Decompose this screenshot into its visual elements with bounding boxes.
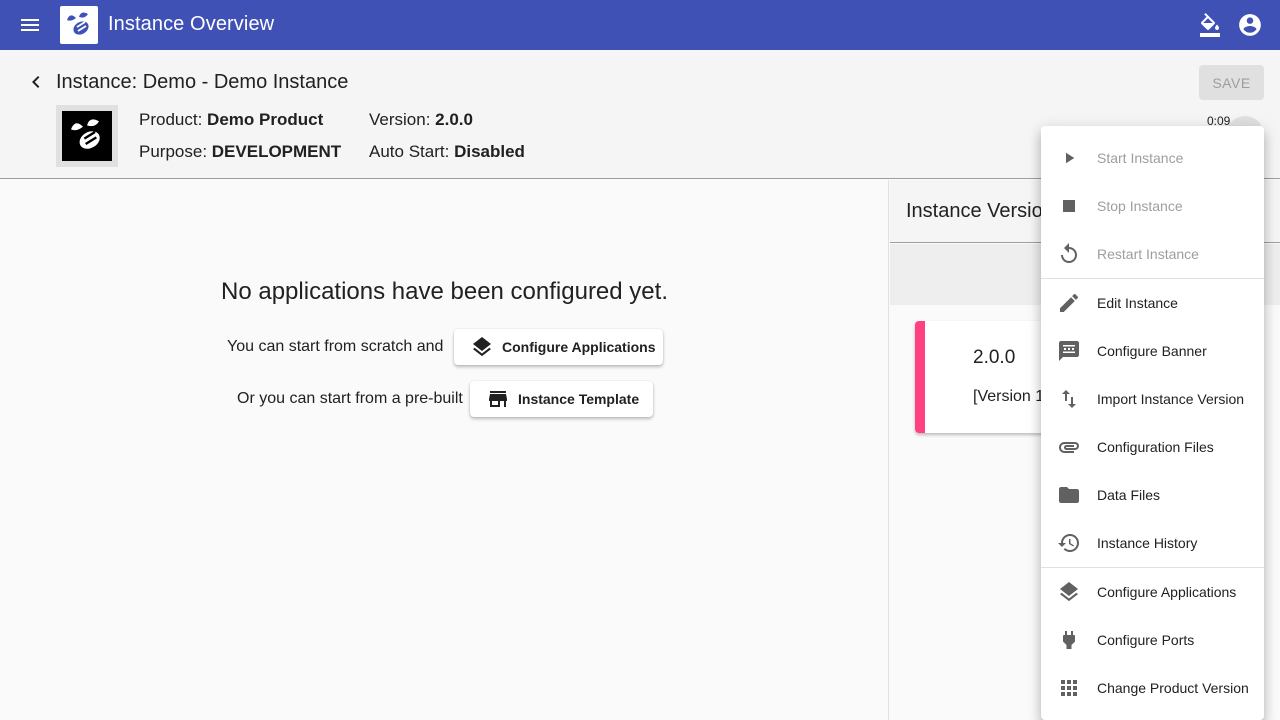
instance-template-button[interactable]: Instance Template bbox=[470, 381, 653, 417]
version-number: 2.0.0 bbox=[973, 347, 1016, 368]
product-image bbox=[56, 105, 118, 167]
instance-actions-menu: Start Instance Stop Instance Restart Ins… bbox=[1041, 126, 1264, 720]
save-button[interactable]: SAVE bbox=[1199, 65, 1264, 100]
menu-item-stop-instance[interactable]: Stop Instance bbox=[1041, 182, 1264, 230]
autostart-value: Disabled bbox=[454, 142, 525, 161]
menu-item-configure-applications[interactable]: Configure Applications bbox=[1041, 568, 1264, 616]
purpose-label: Purpose: bbox=[139, 142, 208, 161]
menu-icon[interactable] bbox=[14, 11, 46, 39]
back-icon[interactable] bbox=[24, 70, 48, 94]
version-value: 2.0.0 bbox=[435, 110, 473, 129]
menu-item-configure-banner[interactable]: Configure Banner bbox=[1041, 327, 1264, 375]
plug-icon bbox=[1057, 628, 1081, 652]
menu-item-instance-history[interactable]: Instance History bbox=[1041, 519, 1264, 567]
version-description: [Version 1] bbox=[973, 388, 1049, 405]
layers-icon bbox=[470, 335, 494, 359]
menu-item-edit-instance[interactable]: Edit Instance bbox=[1041, 279, 1264, 327]
menu-label-edit: Edit Instance bbox=[1097, 295, 1178, 311]
version-attr: Version: 2.0.0 bbox=[369, 110, 473, 130]
menu-label-ports: Configure Ports bbox=[1097, 632, 1195, 648]
menu-label-config-files: Configuration Files bbox=[1097, 439, 1214, 455]
product-label: Product: bbox=[139, 110, 203, 129]
menu-label-data-files: Data Files bbox=[1097, 487, 1161, 503]
stop-icon bbox=[1057, 194, 1081, 218]
menu-item-restart-instance[interactable]: Restart Instance bbox=[1041, 230, 1264, 278]
menu-item-configuration-files[interactable]: Configuration Files bbox=[1041, 423, 1264, 471]
menu-label-start: Start Instance bbox=[1097, 150, 1184, 166]
comment-icon bbox=[1057, 339, 1081, 363]
menu-item-change-product-version[interactable]: Change Product Version bbox=[1041, 664, 1264, 712]
app-logo[interactable] bbox=[60, 6, 98, 44]
product-value: Demo Product bbox=[207, 110, 324, 129]
menu-item-import-instance-version[interactable]: Import Instance Version bbox=[1041, 375, 1264, 423]
menu-label-banner: Configure Banner bbox=[1097, 343, 1207, 359]
scratch-text: You can start from scratch and bbox=[227, 338, 444, 355]
menu-label-history: Instance History bbox=[1097, 535, 1198, 551]
version-accent-stripe bbox=[915, 321, 925, 433]
layers-icon bbox=[1057, 580, 1081, 604]
instance-template-label: Instance Template bbox=[518, 391, 640, 407]
store-icon bbox=[486, 387, 510, 411]
menu-label-configure-apps: Configure Applications bbox=[1097, 584, 1237, 600]
apps-icon bbox=[1057, 676, 1081, 700]
history-icon bbox=[1057, 531, 1081, 555]
empty-state-title: No applications have been configured yet… bbox=[221, 278, 668, 305]
menu-label-restart: Restart Instance bbox=[1097, 246, 1199, 262]
replay-icon bbox=[1057, 242, 1081, 266]
toolbar-title: Instance Overview bbox=[108, 13, 275, 35]
menu-item-configure-ports[interactable]: Configure Ports bbox=[1041, 616, 1264, 664]
menu-item-data-files[interactable]: Data Files bbox=[1041, 471, 1264, 519]
autostart-label: Auto Start: bbox=[369, 142, 450, 161]
import-export-icon bbox=[1057, 387, 1081, 411]
autostart-attr: Auto Start: Disabled bbox=[369, 142, 525, 162]
menu-item-start-instance[interactable]: Start Instance bbox=[1041, 134, 1264, 182]
purpose-attr: Purpose: DEVELOPMENT bbox=[139, 142, 341, 162]
instance-title: Instance: Demo - Demo Instance bbox=[56, 71, 349, 93]
folder-icon bbox=[1057, 483, 1081, 507]
theme-icon[interactable] bbox=[1196, 11, 1224, 39]
product-attr: Product: Demo Product bbox=[139, 110, 323, 130]
attachment-icon bbox=[1057, 435, 1081, 459]
edit-icon bbox=[1057, 291, 1081, 315]
menu-label-product-version: Change Product Version bbox=[1097, 680, 1249, 696]
top-toolbar: Instance Overview bbox=[0, 0, 1280, 50]
play-icon bbox=[1057, 146, 1081, 170]
configure-applications-button[interactable]: Configure Applications bbox=[454, 329, 663, 365]
menu-label-import: Import Instance Version bbox=[1097, 391, 1245, 407]
configure-applications-label: Configure Applications bbox=[502, 339, 656, 355]
applications-panel: No applications have been configured yet… bbox=[0, 180, 889, 720]
account-icon[interactable] bbox=[1236, 11, 1264, 39]
menu-label-stop: Stop Instance bbox=[1097, 198, 1183, 214]
purpose-value: DEVELOPMENT bbox=[211, 142, 342, 161]
template-text: Or you can start from a pre-built bbox=[237, 390, 463, 407]
version-label: Version: bbox=[369, 110, 431, 129]
